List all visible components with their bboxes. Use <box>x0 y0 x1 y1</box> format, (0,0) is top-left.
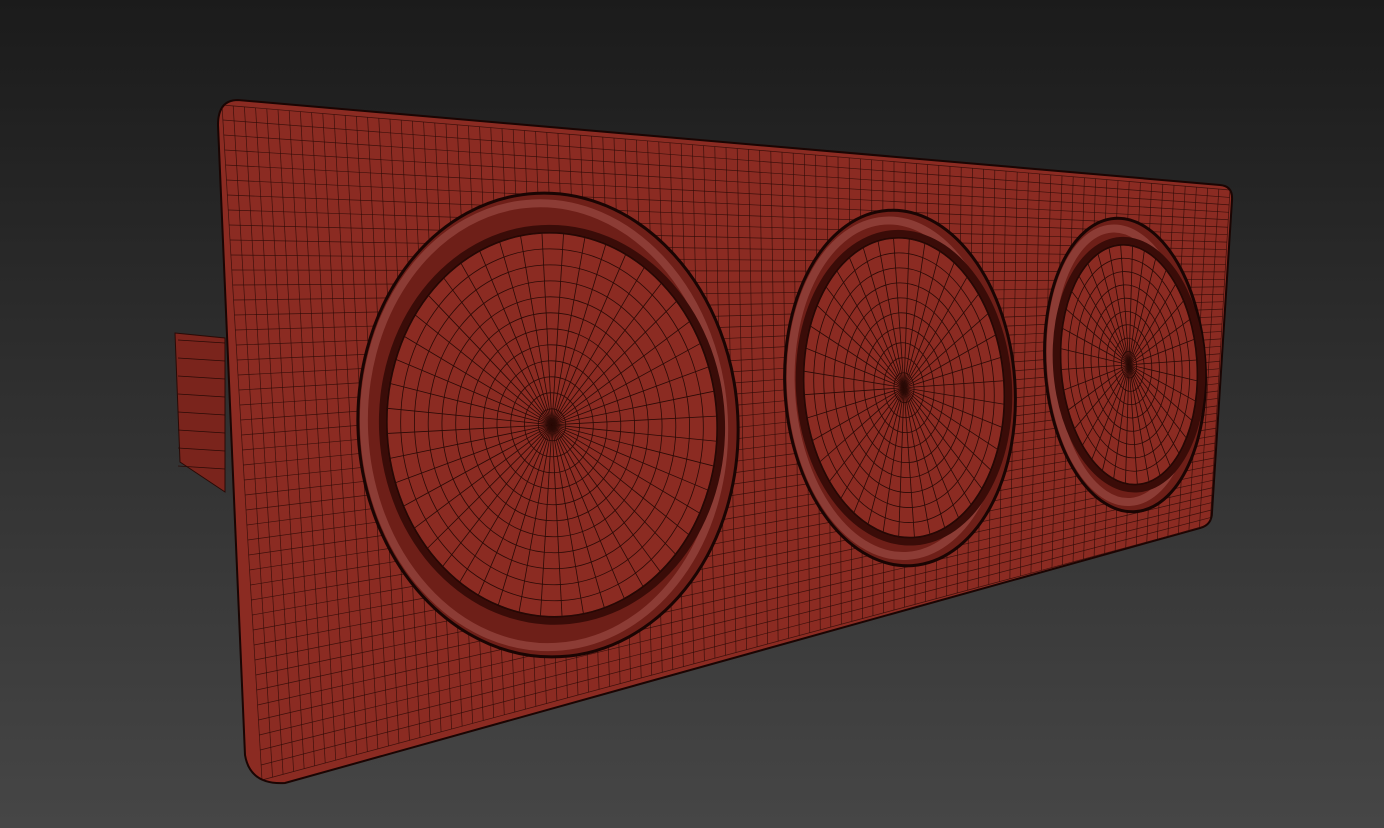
viewport-render <box>174 98 1234 785</box>
mounting-bracket <box>174 332 226 493</box>
